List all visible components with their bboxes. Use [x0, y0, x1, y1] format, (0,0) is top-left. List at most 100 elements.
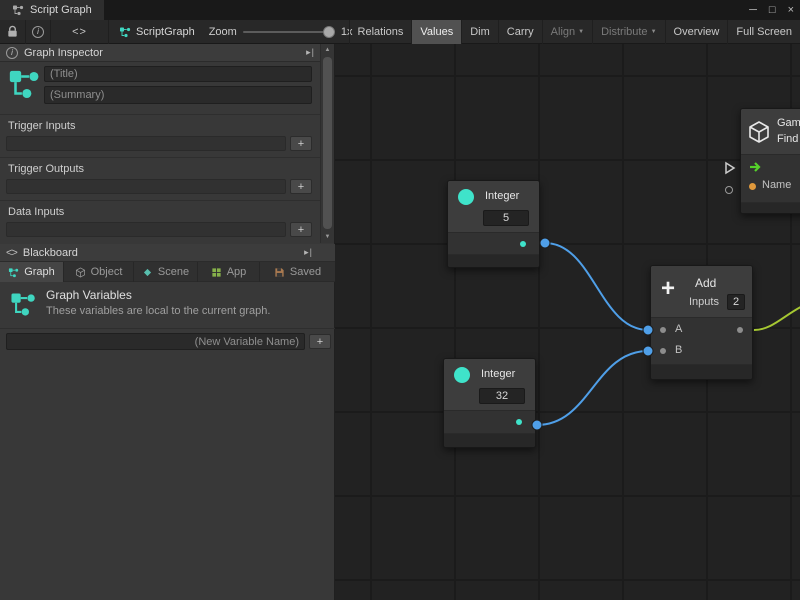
name-port-label: Name [762, 179, 791, 191]
button-label: Dim [470, 26, 490, 38]
object-input-port[interactable] [725, 186, 733, 194]
close-icon[interactable]: × [788, 4, 794, 16]
new-variable-input[interactable] [6, 333, 305, 350]
integer-node-1[interactable]: Integer 5 [447, 180, 540, 268]
zoom-label: Zoom [209, 26, 237, 38]
relations-button[interactable]: Relations [349, 20, 412, 44]
lock-icon [6, 25, 19, 38]
node-type-label: GameObject [777, 117, 800, 129]
inputs-label: Inputs [689, 296, 719, 308]
align-button[interactable]: Align ▼ [542, 20, 592, 44]
integer-output-port[interactable] [516, 419, 522, 425]
inspector-scrollbar[interactable]: ▲ ▼ [320, 44, 334, 243]
edit-source-button[interactable]: <> [51, 20, 109, 44]
integer-value-field[interactable]: 32 [479, 388, 525, 404]
integer-node-2[interactable]: Integer 32 [443, 358, 536, 448]
dock-icon[interactable]: ▸| [306, 47, 315, 58]
toolbar-right-group: Relations Values Dim Carry Align ▼ Distr… [349, 20, 800, 44]
zoom-control: Zoom 1x [205, 26, 357, 38]
tab-title: Script Graph [30, 4, 92, 16]
port-a-label: A [675, 323, 682, 335]
dim-button[interactable]: Dim [461, 20, 498, 44]
trigger-inputs-label: Trigger Inputs [8, 120, 75, 132]
carry-button[interactable]: Carry [498, 20, 542, 44]
object-tab-icon [75, 267, 86, 278]
code-icon: <> [72, 26, 87, 38]
add-data-input-button[interactable]: + [290, 222, 312, 237]
info-icon: i [6, 47, 18, 59]
wire-add-output [754, 300, 800, 330]
zoom-slider-handle[interactable] [323, 26, 335, 38]
find-node[interactable]: GameObject Find Name [740, 108, 800, 214]
graph-summary-field[interactable] [44, 86, 312, 104]
graph-name-label: ScriptGraph [136, 26, 195, 38]
tab-saved[interactable]: Saved [260, 262, 335, 282]
divider [0, 114, 321, 115]
integer-output-port[interactable] [520, 241, 526, 247]
graph-reference[interactable]: ScriptGraph [109, 26, 205, 38]
input-port-a[interactable] [660, 327, 666, 333]
tab-label: App [227, 266, 247, 278]
graph-variables-title: Graph Variables [46, 288, 132, 302]
add-trigger-output-button[interactable]: + [290, 179, 312, 194]
zoom-slider[interactable] [243, 31, 335, 33]
toolbar-left-group: i <> ScriptGraph Zoom 1x [0, 20, 356, 44]
lock-button[interactable] [0, 20, 26, 44]
values-button[interactable]: Values [411, 20, 461, 44]
graph-title-field[interactable] [44, 66, 312, 82]
graph-canvas[interactable]: Integer 5 Integer 32 + Add [335, 44, 800, 600]
trigger-inputs-list [6, 136, 286, 151]
scrollbar-thumb[interactable] [323, 57, 332, 229]
add-node[interactable]: + Add Inputs 2 A B [650, 265, 753, 380]
node-footer [651, 364, 752, 379]
script-graph-tab[interactable]: Script Graph [0, 0, 104, 20]
chevron-down-icon: ▼ [651, 29, 657, 35]
sidebar: i Graph Inspector ▸| Trigger Inputs + Tr… [0, 44, 335, 600]
blackboard-tabs: Graph Object Scene App Saved [0, 262, 335, 282]
name-input-port[interactable] [749, 183, 756, 190]
tab-app[interactable]: App [198, 262, 260, 282]
tab-label: Saved [290, 266, 321, 278]
connection-dot[interactable] [540, 238, 550, 248]
node-title: Add [695, 276, 716, 290]
distribute-button[interactable]: Distribute ▼ [592, 20, 664, 44]
graph-inspector-header[interactable]: i Graph Inspector ▸| [0, 44, 321, 62]
node-footer [741, 202, 800, 213]
node-body: Name [741, 155, 800, 203]
minimize-icon[interactable]: ─ [749, 4, 757, 16]
add-variable-button[interactable]: + [309, 334, 331, 349]
graph-variables-icon [9, 290, 37, 320]
inputs-count-field[interactable]: 2 [727, 294, 745, 310]
add-icon: + [661, 277, 675, 301]
divider [0, 157, 321, 158]
info-icon: i [32, 26, 44, 38]
tab-object[interactable]: Object [64, 262, 134, 282]
control-input-port[interactable] [724, 161, 736, 175]
node-footer [444, 433, 535, 447]
input-port-b[interactable] [660, 348, 666, 354]
dock-icon[interactable]: ▸| [304, 247, 313, 258]
scroll-up-icon[interactable]: ▲ [321, 44, 334, 56]
trigger-outputs-label: Trigger Outputs [8, 163, 84, 175]
app-tab-icon [211, 267, 222, 278]
tab-scene[interactable]: Scene [134, 262, 198, 282]
gameobject-cube-icon [747, 120, 771, 144]
scroll-down-icon[interactable]: ▼ [321, 231, 334, 243]
integer-value-field[interactable]: 5 [483, 210, 529, 226]
tab-label: Object [91, 266, 123, 278]
overview-button[interactable]: Overview [665, 20, 728, 44]
unity-script-graph-window: Script Graph ─ □ × i <> ScriptGraph Zoo [0, 0, 800, 600]
blackboard-header[interactable]: <> Blackboard ▸| [0, 244, 335, 262]
tab-graph[interactable]: Graph [0, 262, 64, 282]
integer-type-icon [454, 367, 470, 383]
maximize-icon[interactable]: □ [769, 4, 776, 16]
node-header: Integer 32 [444, 359, 535, 411]
node-title: Integer [485, 190, 519, 202]
inspect-button[interactable]: i [26, 20, 51, 44]
sum-output-port[interactable] [737, 327, 743, 333]
fullscreen-button[interactable]: Full Screen [727, 20, 800, 44]
add-trigger-input-button[interactable]: + [290, 136, 312, 151]
divider [0, 328, 335, 329]
window-titlebar: Script Graph ─ □ × [0, 0, 800, 20]
button-label: Relations [358, 26, 404, 38]
